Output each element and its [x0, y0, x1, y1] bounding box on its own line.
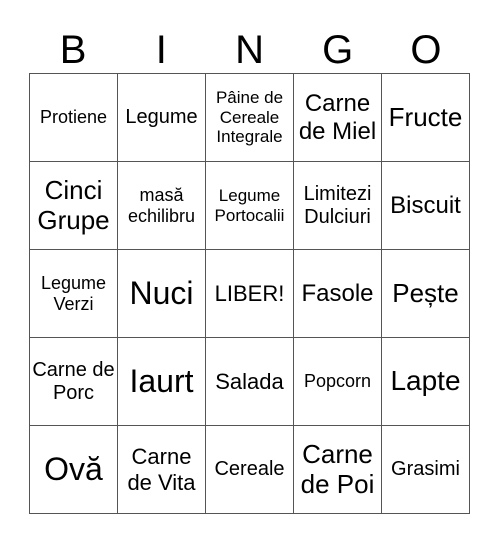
header-letter-i: I	[155, 28, 167, 72]
grid-row: Ovă Carne de Vita Cereale Carne de Poi G…	[29, 425, 470, 514]
bingo-cell[interactable]: Ovă	[29, 425, 118, 514]
bingo-cell[interactable]: Pește	[381, 249, 470, 338]
header-letter-b: B	[59, 28, 87, 72]
bingo-cell[interactable]: Lapte	[381, 337, 470, 426]
grid-row: Carne de Porc Iaurt Salada Popcorn Lapte	[29, 337, 470, 426]
bingo-cell[interactable]: Biscuit	[381, 161, 470, 250]
header-letter-o: O	[410, 28, 442, 72]
bingo-cell[interactable]: Carne de Poi	[293, 425, 382, 514]
bingo-cell[interactable]: Fructe	[381, 73, 470, 162]
bingo-cell[interactable]: Cereale	[205, 425, 294, 514]
bingo-grid: Protiene Legume Pâine de Cereale Integra…	[29, 73, 470, 514]
bingo-cell[interactable]: Legume Portocalii	[205, 161, 294, 250]
bingo-cell[interactable]: Cinci Grupe	[29, 161, 118, 250]
grid-row: Cinci Grupe masă echilibru Legume Portoc…	[29, 161, 470, 250]
free-space-cell[interactable]: LIBER!	[205, 249, 294, 338]
bingo-cell[interactable]: Grasimi	[381, 425, 470, 514]
bingo-cell[interactable]: Popcorn	[293, 337, 382, 426]
bingo-cell[interactable]: Nuci	[117, 249, 206, 338]
bingo-cell[interactable]: Carne de Miel	[293, 73, 382, 162]
bingo-cell[interactable]: Fasole	[293, 249, 382, 338]
grid-row: Protiene Legume Pâine de Cereale Integra…	[29, 73, 470, 162]
bingo-cell[interactable]: Limitezi Dulciuri	[293, 161, 382, 250]
bingo-cell[interactable]: Carne de Porc	[29, 337, 118, 426]
bingo-cell[interactable]: Legume	[117, 73, 206, 162]
bingo-cell[interactable]: Iaurt	[117, 337, 206, 426]
header-letter-g: G	[322, 28, 354, 72]
bingo-cell[interactable]: Legume Verzi	[29, 249, 118, 338]
bingo-cell[interactable]: Protiene	[29, 73, 118, 162]
bingo-header: B I N G O	[29, 28, 470, 72]
bingo-cell[interactable]: Pâine de Cereale Integrale	[205, 73, 294, 162]
header-letter-n: N	[235, 28, 264, 72]
grid-row: Legume Verzi Nuci LIBER! Fasole Pește	[29, 249, 470, 338]
bingo-cell[interactable]: masă echilibru	[117, 161, 206, 250]
bingo-cell[interactable]: Salada	[205, 337, 294, 426]
bingo-cell[interactable]: Carne de Vita	[117, 425, 206, 514]
